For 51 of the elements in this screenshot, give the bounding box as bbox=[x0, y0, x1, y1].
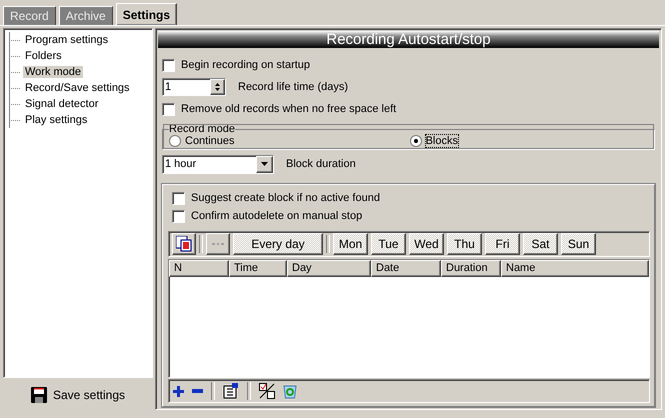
spin-arrows-icon[interactable] bbox=[210, 79, 225, 95]
recycle-bin-icon bbox=[283, 383, 297, 399]
checkbox[interactable] bbox=[162, 102, 175, 116]
column-header[interactable]: Duration bbox=[441, 260, 501, 277]
checkbox-label: Suggest create block if no active found bbox=[191, 192, 380, 204]
day-button[interactable]: Sat bbox=[523, 233, 558, 255]
column-header[interactable]: Date bbox=[371, 260, 441, 277]
checkbox-pair-icon bbox=[259, 383, 275, 399]
checkbox-label: Begin recording on startup bbox=[181, 59, 310, 71]
checkbox[interactable] bbox=[162, 58, 175, 72]
checkbox-label: Remove old records when no free space left bbox=[181, 103, 396, 115]
tab[interactable]: Settings bbox=[116, 3, 178, 25]
every-day-button[interactable]: Every day bbox=[233, 233, 323, 255]
dotted-icon bbox=[212, 242, 224, 246]
tree-item[interactable]: Record/Save settings bbox=[23, 82, 132, 94]
toggle-button[interactable] bbox=[259, 383, 275, 399]
save-settings-button[interactable]: Save settings bbox=[3, 380, 153, 410]
day-button[interactable]: Wed bbox=[409, 233, 444, 255]
edit-button[interactable] bbox=[223, 383, 239, 399]
column-header[interactable]: Day bbox=[287, 260, 371, 277]
group-title: Record mode bbox=[169, 123, 236, 135]
radio-option[interactable]: Blocks bbox=[410, 135, 458, 147]
minus-icon bbox=[192, 389, 203, 393]
column-header[interactable]: Time bbox=[229, 260, 287, 277]
field-label: Block duration bbox=[286, 158, 356, 170]
checkbox[interactable] bbox=[172, 210, 185, 222]
panel-title: Recording Autostart/stop bbox=[158, 31, 659, 48]
calendar-button[interactable] bbox=[172, 233, 196, 255]
column-header[interactable]: Name bbox=[501, 260, 649, 277]
tree-item[interactable]: Program settings bbox=[23, 34, 110, 46]
life-time-spin-field[interactable]: 1 bbox=[162, 78, 226, 96]
block-duration-dropdown[interactable]: 1 hour bbox=[162, 154, 274, 174]
tree-item[interactable]: Work mode bbox=[23, 66, 84, 78]
tree-item[interactable]: Play settings bbox=[23, 114, 90, 126]
checkbox[interactable] bbox=[172, 192, 185, 204]
day-button[interactable]: Thu bbox=[447, 233, 482, 255]
tree-item[interactable]: Folders bbox=[23, 50, 64, 62]
checkbox-label: Confirm autodelete on manual stop bbox=[191, 210, 362, 222]
radio-option[interactable]: Continues bbox=[169, 135, 235, 147]
field-label: Record life time (days) bbox=[238, 81, 348, 93]
day-button[interactable]: Sun bbox=[561, 233, 596, 255]
calendar-icon bbox=[176, 236, 192, 252]
recycle-bin-button[interactable] bbox=[283, 383, 297, 399]
day-button[interactable]: Tue bbox=[371, 233, 406, 255]
day-button[interactable]: Fri bbox=[485, 233, 520, 255]
column-header[interactable]: N bbox=[169, 260, 229, 277]
plus-icon bbox=[173, 386, 184, 396]
add-button[interactable] bbox=[173, 386, 184, 396]
clipboard-icon bbox=[223, 383, 239, 399]
day-button[interactable]: Mon bbox=[333, 233, 368, 255]
tree-item[interactable]: Signal detector bbox=[23, 98, 100, 110]
